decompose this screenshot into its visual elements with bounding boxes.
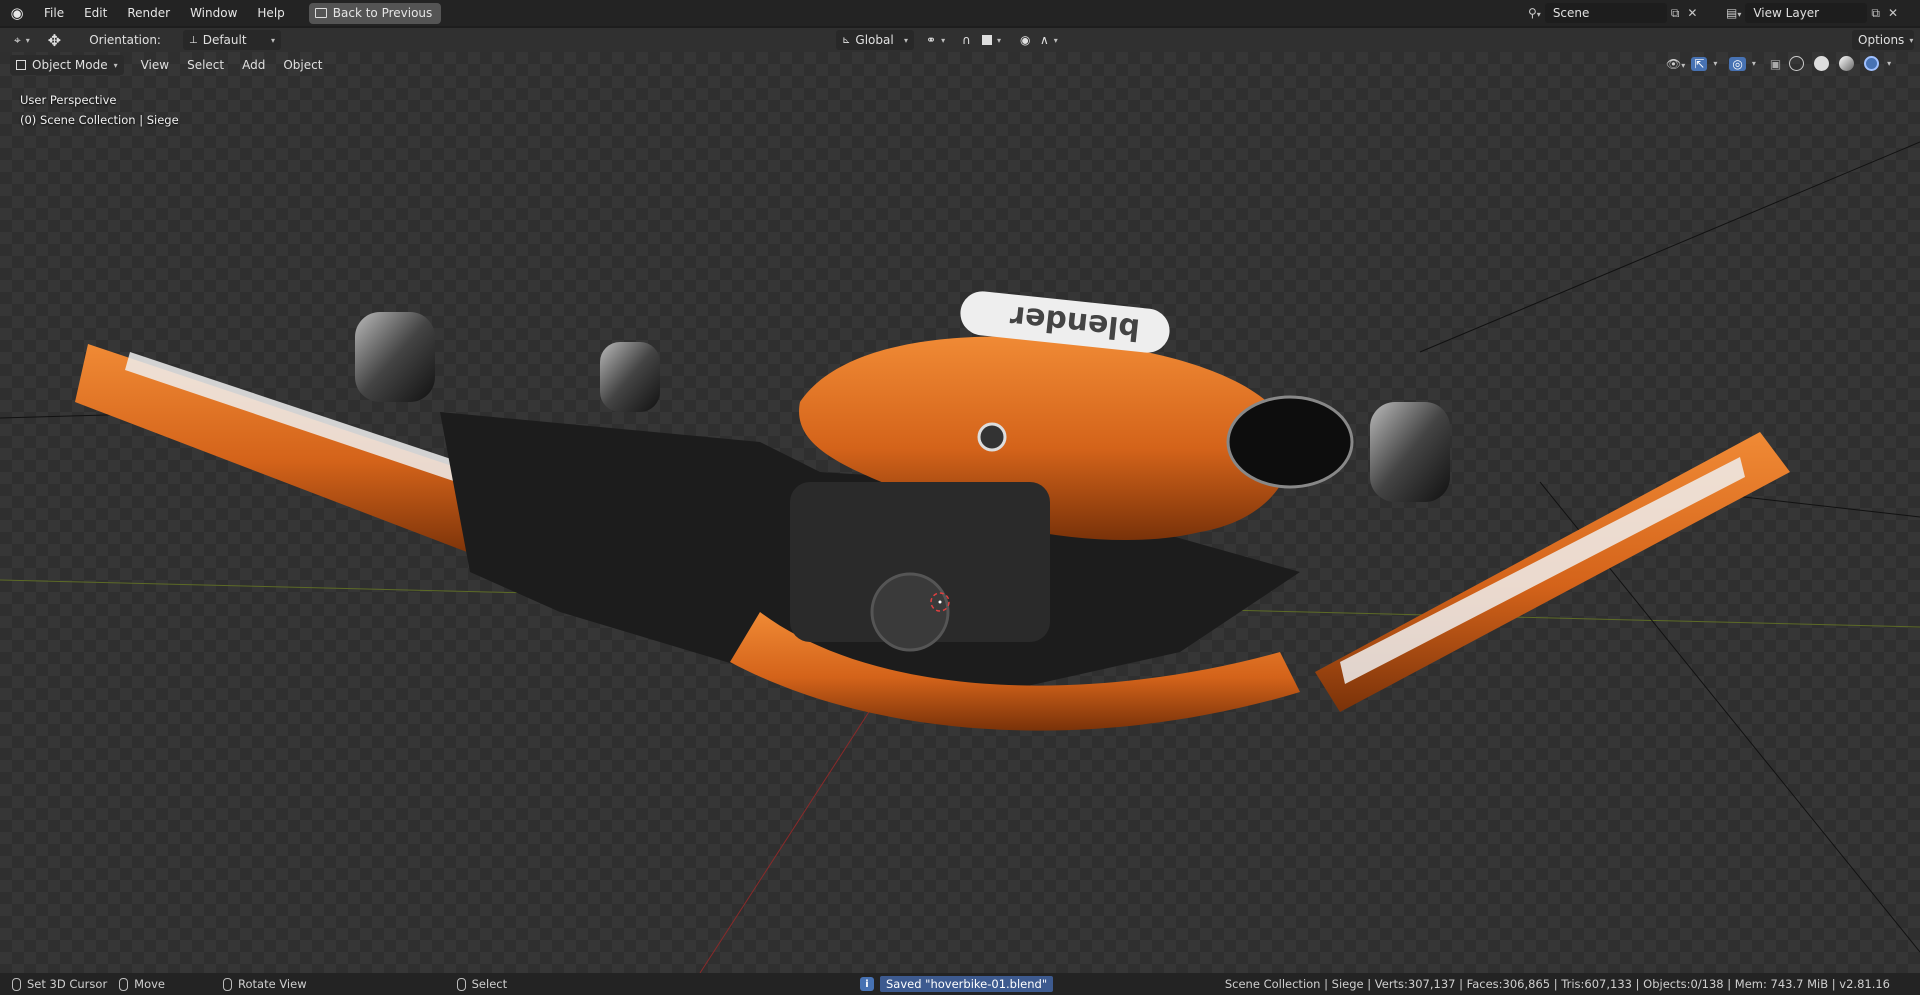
pivot-point-dropdown[interactable]: ⚭ ▾ (920, 30, 951, 50)
rotate-view-hint: Rotate View (238, 977, 307, 991)
rendered-shading-icon[interactable] (1864, 56, 1880, 71)
save-notification[interactable]: i Saved "hoverbike-01.blend" (860, 975, 1054, 993)
transform-space-value: Global (855, 33, 894, 47)
viewport-display-controls: 👁▾ ⇱ ▾ ◎ ▾ ▣ ▾ (1666, 56, 1892, 71)
menu-help[interactable]: Help (247, 2, 294, 24)
global-axes-icon: ⊾ (842, 34, 851, 46)
engine-gear (870, 572, 950, 652)
front-coil (1370, 402, 1450, 502)
mouse-drag-icon (119, 977, 129, 991)
view-layer-selector: ▤▾ View Layer ⧉ ✕ (1722, 2, 1902, 24)
mouse-right-icon (456, 977, 466, 991)
scene-field[interactable]: Scene (1544, 3, 1667, 23)
delete-scene-icon[interactable]: ✕ (1683, 6, 1701, 20)
shading-options-icon[interactable]: ▾ (1887, 59, 1891, 68)
mouse-left-icon (12, 977, 21, 991)
move-hint: Move (134, 977, 166, 991)
object-mode-icon (16, 60, 26, 70)
orientation-dropdown[interactable]: ⊥ Default ▾ (182, 30, 281, 50)
axes-icon: ⊥ (188, 34, 198, 46)
menu-window[interactable]: Window (180, 2, 247, 24)
snap-element-dropdown[interactable]: ▾ (976, 30, 1007, 50)
select-hint: Select (471, 977, 508, 991)
options-dropdown[interactable]: Options ▾ (1852, 30, 1914, 50)
solid-shading-icon[interactable] (1814, 56, 1830, 71)
menu-object[interactable]: Object (274, 58, 331, 72)
perspective-label: User Perspective (20, 93, 117, 107)
transform-space-dropdown[interactable]: ⊾ Global ▾ (836, 30, 914, 50)
wireframe-shading-icon[interactable] (1789, 56, 1805, 71)
rear-coil-2 (600, 342, 660, 412)
orientation-value: Default (202, 33, 247, 47)
tool-icon: ⌖ (14, 32, 21, 47)
top-menu-bar: ◉ File Edit Render Window Help Back to P… (0, 0, 1920, 26)
object-mode-label: Object Mode (32, 58, 108, 72)
move-tool-icon[interactable]: ✥ (42, 30, 67, 50)
options-label: Options (1858, 33, 1905, 47)
proportional-icon: ◉ (1020, 33, 1031, 47)
snap-toggle[interactable]: ∩ (956, 30, 977, 50)
menu-edit[interactable]: Edit (74, 2, 117, 24)
back-to-previous-label: Back to Previous (332, 6, 433, 20)
menu-file[interactable]: File (34, 2, 74, 24)
square-icon (982, 35, 992, 45)
viewport-header: Object Mode ▾ View Select Add Object 👁▾ … (0, 52, 1920, 78)
mouse-middle-icon (223, 977, 233, 991)
scene-icon[interactable]: ⚲▾ (1524, 6, 1545, 20)
set-3d-cursor-hint: Set 3D Cursor (27, 977, 108, 991)
tool-settings-header: ⌖ ▾ ✥ Orientation: ⊥ Default ▾ ⊾ Global ▾… (0, 28, 1920, 52)
menu-view[interactable]: View (132, 58, 178, 72)
collection-label: (0) Scene Collection | Siege (20, 113, 179, 127)
falloff-curve-icon: ∧ (1040, 33, 1049, 47)
saved-message: Saved "hoverbike-01.blend" (880, 976, 1054, 992)
pivot-icon: ⚭ (926, 33, 937, 47)
scene-statistics: Scene Collection | Siege | Verts:307,137… (1224, 977, 1890, 991)
object-mode-dropdown[interactable]: Object Mode ▾ (10, 55, 124, 75)
new-view-layer-icon[interactable]: ⧉ (1867, 6, 1884, 21)
rear-coil (355, 312, 435, 402)
scene-selector: ⚲▾ Scene ⧉ ✕ (1524, 2, 1701, 24)
back-to-previous-button[interactable]: Back to Previous (308, 2, 442, 24)
menu-render[interactable]: Render (117, 2, 180, 24)
status-bar: Set 3D Cursor Move Rotate View Select i … (0, 973, 1920, 995)
blender-logo-icon[interactable]: ◉ (0, 4, 34, 22)
hoverbike-render: blender (0, 141, 1920, 973)
xray-toggle-icon[interactable]: ▣ (1770, 57, 1781, 71)
screen-icon (314, 8, 327, 18)
magnet-icon: ∩ (962, 33, 971, 47)
emblem-icon (977, 422, 1007, 452)
light-line-b (1419, 141, 1920, 353)
menu-select[interactable]: Select (178, 58, 233, 72)
3d-cursor-center (938, 600, 942, 604)
visibility-icon[interactable]: 👁▾ (1666, 57, 1685, 71)
falloff-dropdown[interactable]: ∧ ▾ (1034, 30, 1064, 50)
gizmo-toggle-icon[interactable]: ⇱ (1691, 56, 1708, 71)
headlight (1226, 395, 1354, 489)
new-scene-icon[interactable]: ⧉ (1667, 6, 1684, 21)
rear-hover-pad (75, 344, 500, 557)
delete-view-layer-icon[interactable]: ✕ (1884, 6, 1902, 20)
orientation-label: Orientation: (89, 33, 161, 47)
editor-type-dropdown[interactable]: ⌖ ▾ (8, 30, 36, 50)
overlay-toggle-icon[interactable]: ◎ (1729, 56, 1746, 71)
material-shading-icon[interactable] (1839, 56, 1855, 71)
3d-viewport[interactable]: blender Object Mode ▾ View Select Add Ob… (0, 52, 1920, 973)
view-layer-icon[interactable]: ▤▾ (1722, 6, 1745, 20)
menu-add[interactable]: Add (233, 58, 274, 72)
view-layer-field[interactable]: View Layer (1745, 3, 1868, 23)
info-icon: i (860, 977, 874, 991)
